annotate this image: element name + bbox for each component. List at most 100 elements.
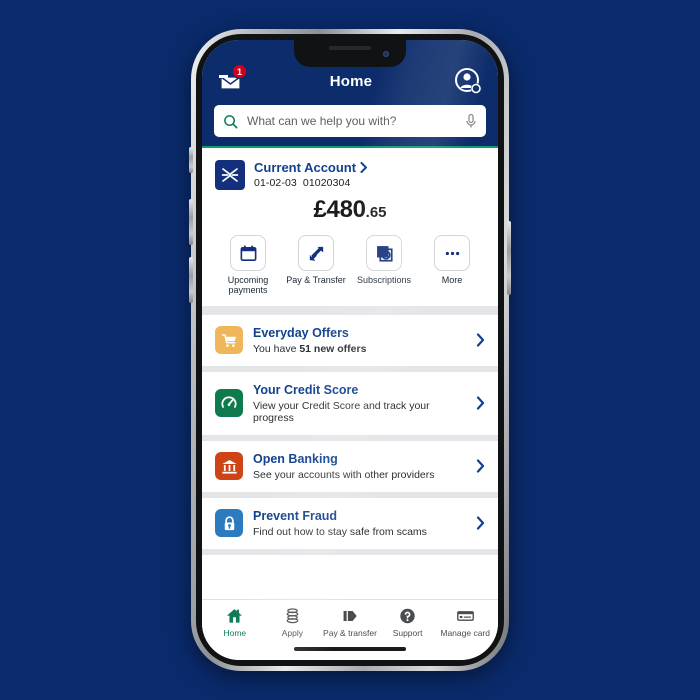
tab-pay-transfer[interactable]: Pay & transfer <box>322 607 378 638</box>
action-more[interactable]: More <box>421 235 483 296</box>
action-subscriptions[interactable]: Subscriptions <box>353 235 415 296</box>
power-button[interactable] <box>507 221 511 295</box>
device-notch <box>294 40 406 67</box>
tab-home[interactable]: Home <box>207 607 263 638</box>
row-icon-wrap <box>215 452 243 481</box>
bottom-tab-bar: Home Apply Pay & transfer Support Manage… <box>202 599 498 638</box>
search-bar[interactable]: What can we help you with? <box>214 105 486 137</box>
row-text: Open Banking See your accounts with othe… <box>253 452 466 481</box>
padlock-icon <box>224 516 234 530</box>
mute-switch-button[interactable] <box>189 147 193 173</box>
volume-up-button[interactable] <box>189 199 193 245</box>
home-indicator[interactable] <box>294 647 406 651</box>
row-subtitle: See your accounts with other providers <box>253 468 435 481</box>
row-title: Your Credit Score <box>253 382 359 397</box>
row-subtitle: Find out how to stay safe from scams <box>253 525 427 538</box>
profile-settings-button[interactable] <box>454 67 482 95</box>
row-title: Prevent Fraud <box>253 508 338 523</box>
account-name: Current Account <box>254 160 357 175</box>
row-title: Open Banking <box>253 451 338 466</box>
action-tile <box>434 235 470 271</box>
chevron-right-icon <box>476 516 485 530</box>
chevron-right-icon <box>476 396 485 410</box>
main-content: Current Account 01-02-03 01020304 £480.6… <box>202 148 498 599</box>
row-sub-bold: 51 new offers <box>299 342 367 355</box>
row-open-banking[interactable]: Open Banking See your accounts with othe… <box>202 440 498 492</box>
row-subtitle: You have 51 new offers <box>253 343 466 355</box>
action-label: Subscriptions <box>356 275 412 285</box>
profile-settings-icon <box>454 68 482 94</box>
row-prevent-fraud[interactable]: Prevent Fraud Find out how to stay safe … <box>202 497 498 549</box>
action-tile <box>366 235 402 271</box>
front-camera <box>383 51 389 57</box>
row-text: Everyday Offers You have 51 new offers <box>253 326 466 355</box>
search-input[interactable]: What can we help you with? <box>247 114 456 128</box>
speedometer-icon <box>221 396 237 409</box>
microphone-icon[interactable] <box>465 113 477 129</box>
row-subtitle: View your Credit Score and track your pr… <box>253 399 430 424</box>
tab-manage-card[interactable]: Manage card <box>437 607 493 638</box>
volume-down-button[interactable] <box>189 257 193 303</box>
account-number: 01020304 <box>302 177 351 189</box>
content-filler <box>202 554 498 599</box>
row-icon-wrap <box>215 389 243 418</box>
account-info: Current Account 01-02-03 01020304 <box>254 160 368 189</box>
header-row: 1 Home <box>214 64 486 96</box>
row-text: Your Credit Score View your Credit Score… <box>253 383 466 424</box>
account-card[interactable]: Current Account 01-02-03 01020304 £480.6… <box>202 148 498 306</box>
tab-support[interactable]: Support <box>380 607 436 638</box>
action-tile <box>298 235 334 271</box>
calendar-icon <box>240 245 256 261</box>
account-brand-badge <box>215 160 245 190</box>
action-upcoming-payments[interactable]: Upcoming payments <box>217 235 279 296</box>
messages-badge: 1 <box>232 64 247 79</box>
row-icon-wrap <box>215 326 243 355</box>
tab-label: Home <box>223 628 247 638</box>
subscriptions-icon <box>376 245 393 262</box>
coins-stack-icon <box>286 608 299 624</box>
tab-apply[interactable]: Apply <box>264 607 320 638</box>
account-numbers: 01-02-03 01020304 <box>254 177 368 189</box>
tab-label: Pay & transfer <box>323 628 377 638</box>
arrows-transfer-icon <box>309 246 323 261</box>
account-header-row: Current Account 01-02-03 01020304 <box>215 160 485 190</box>
row-text: Prevent Fraud Find out how to stay safe … <box>253 509 466 538</box>
action-tile <box>230 235 266 271</box>
question-circle-icon <box>400 608 415 624</box>
earpiece-speaker <box>329 46 371 50</box>
section-divider <box>202 305 498 315</box>
row-everyday-offers[interactable]: Everyday Offers You have 51 new offers <box>202 314 498 366</box>
row-title: Everyday Offers <box>253 325 349 340</box>
row-sub-pre: You have <box>253 342 300 355</box>
tab-label: Apply <box>281 628 304 638</box>
tab-label: Support <box>392 628 423 638</box>
phone-device: 1 Home What can we help you with? Curren… <box>189 29 511 671</box>
action-pay-transfer[interactable]: Pay & Transfer <box>285 235 347 296</box>
sort-code: 01-02-03 <box>254 177 297 189</box>
tab-label: Manage card <box>440 628 490 638</box>
action-label: Upcoming payments <box>227 275 269 296</box>
row-credit-score[interactable]: Your Credit Score View your Credit Score… <box>202 371 498 435</box>
chevron-right-icon <box>360 162 368 173</box>
home-indicator-area <box>202 638 498 660</box>
home-icon <box>227 609 243 623</box>
phone-screen: 1 Home What can we help you with? Curren… <box>202 40 498 660</box>
ellipsis-icon <box>445 251 459 255</box>
arrow-payment-icon <box>344 610 358 622</box>
quick-actions: Upcoming payments Pay & Transfer Subscri… <box>215 235 485 296</box>
search-icon <box>224 114 238 128</box>
shopping-cart-icon <box>221 333 236 347</box>
bank-emblem-icon <box>221 168 239 182</box>
page-title: Home <box>329 72 373 90</box>
row-icon-wrap <box>215 509 243 538</box>
balance-pence: .65 <box>365 204 387 221</box>
chevron-right-icon <box>476 333 485 347</box>
action-label: More <box>441 275 463 285</box>
account-balance: £480.65 <box>215 196 485 224</box>
credit-card-icon <box>456 611 474 621</box>
bank-building-icon <box>221 459 237 474</box>
action-label: Pay & Transfer <box>286 275 346 285</box>
chevron-right-icon <box>476 459 485 473</box>
messages-button[interactable]: 1 <box>218 64 248 93</box>
account-name-link[interactable]: Current Account <box>254 160 368 175</box>
